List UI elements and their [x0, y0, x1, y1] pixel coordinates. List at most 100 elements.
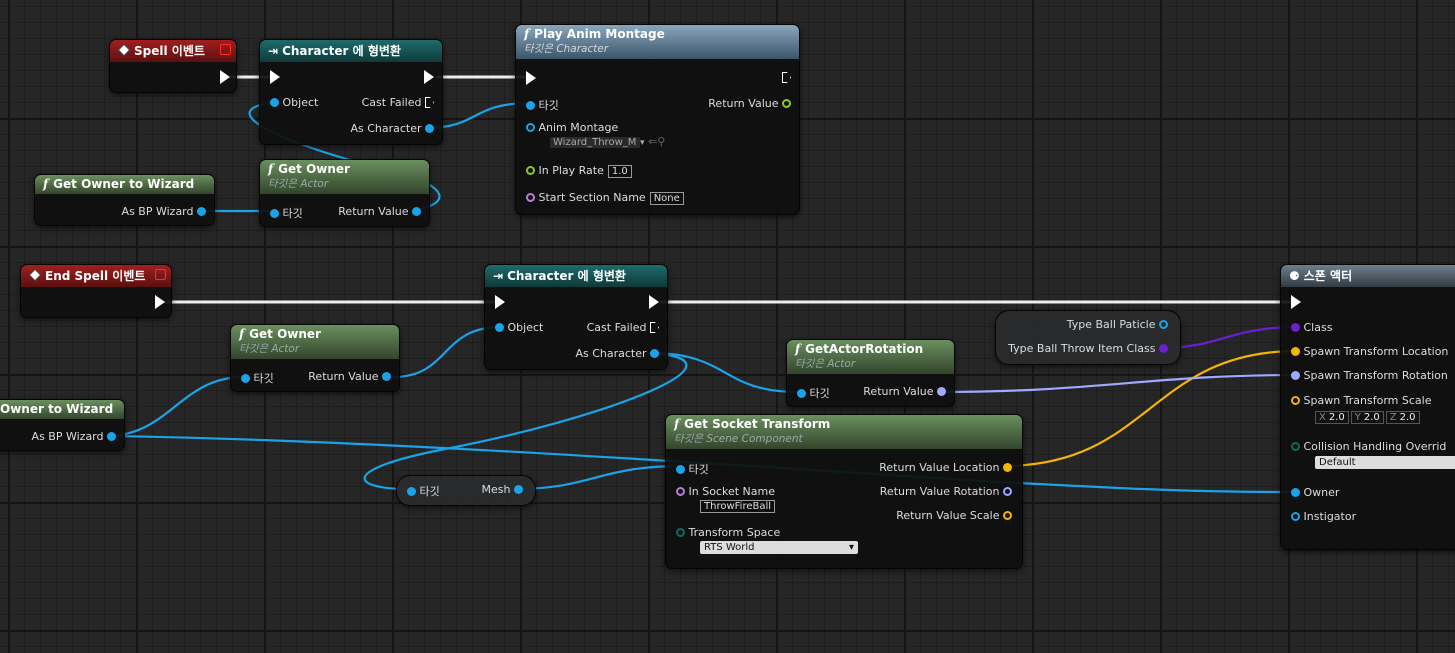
pin-label: Anim Montage	[538, 121, 619, 134]
object-pin-icon	[1291, 512, 1300, 521]
delegate-pin-icon[interactable]	[155, 269, 166, 280]
target-pin[interactable]: 타깃	[241, 370, 274, 386]
object-pin-icon	[412, 207, 421, 216]
collision-handling-dropdown[interactable]: Default	[1315, 455, 1455, 469]
target-pin[interactable]: 타깃	[797, 385, 830, 401]
scale-y-input[interactable]: Y 2.0	[1350, 411, 1384, 424]
socket-name-value: ThrowFireBall	[700, 500, 776, 513]
in-socket-name-pin[interactable]: In Socket Name	[676, 485, 775, 498]
object-pin-icon	[650, 349, 659, 358]
owner-pin[interactable]: Owner	[1291, 486, 1339, 499]
get-owner-node[interactable]: f Get Owner 타깃은 Actor 타깃 Return Value	[259, 159, 430, 227]
return-value-pin[interactable]: Return Value	[338, 205, 421, 218]
exec-out-pin[interactable]	[155, 295, 165, 309]
get-owner-to-wizard-node-2[interactable]: Owner to Wizard As BP Wizard	[0, 399, 125, 451]
class-pin[interactable]: Class	[1291, 321, 1332, 334]
spawn-actor-node[interactable]: ⚈ 스폰 액터 Class Spawn Transform Location Sp…	[1280, 264, 1455, 550]
type-ball-variable-node[interactable]: Type Ball Paticle Type Ball Throw Item C…	[995, 310, 1181, 365]
cast-failed-pin[interactable]: Cast Failed	[587, 321, 659, 334]
node-header: f Play Anim Montage 타깃은 Character	[516, 25, 799, 59]
as-bp-wizard-pin[interactable]: As BP Wizard	[122, 205, 206, 218]
spell-event-node[interactable]: Spell 이벤트	[109, 39, 237, 93]
vector-pin-icon	[1003, 463, 1012, 472]
return-value-pin[interactable]: Return Value	[863, 385, 946, 398]
scale-z-input[interactable]: Z 2.0	[1385, 411, 1420, 424]
exec-in-pin[interactable]	[495, 295, 505, 309]
object-pin-icon	[526, 101, 535, 110]
exec-out-pin[interactable]	[220, 70, 230, 84]
pin-label: Object	[507, 321, 544, 334]
pin-label: Start Section Name	[538, 191, 646, 204]
target-pin[interactable]: 타깃	[270, 205, 303, 221]
mesh-pin[interactable]: Mesh	[482, 483, 523, 496]
scale-x-input[interactable]: X 2.0	[1315, 411, 1349, 424]
transform-space-pin[interactable]: Transform Space	[676, 526, 780, 539]
anim-montage-dropdown[interactable]: Wizard_Throw_M ▾ ⇐⚲	[550, 135, 665, 148]
exec-out-pin[interactable]	[424, 70, 434, 84]
exec-in-pin[interactable]	[526, 71, 536, 85]
type-ball-particle-pin[interactable]: Type Ball Paticle	[1067, 318, 1168, 331]
cast-to-character-node-2[interactable]: ⇥ Character 에 형변환 Object Cast Failed As C…	[484, 264, 668, 370]
as-bp-wizard-pin[interactable]: As BP Wizard	[32, 430, 116, 443]
exec-out-pin[interactable]	[649, 295, 659, 309]
spawn-scale-pin[interactable]: Spawn Transform Scale	[1291, 394, 1431, 407]
spawn-location-pin[interactable]: Spawn Transform Location	[1291, 345, 1448, 358]
return-value-pin[interactable]: Return Value	[308, 370, 391, 383]
anim-montage-pin[interactable]: Anim Montage	[526, 121, 618, 134]
type-ball-throw-item-pin[interactable]: Type Ball Throw Item Class	[1008, 342, 1168, 355]
collision-handling-pin[interactable]: Collision Handling Overrid	[1291, 440, 1446, 453]
as-character-pin[interactable]: As Character	[575, 347, 659, 360]
return-value-rotation-pin[interactable]: Return Value Rotation	[880, 485, 1012, 498]
pin-label: Spawn Transform Scale	[1303, 394, 1432, 407]
exec-in-pin[interactable]	[1291, 295, 1301, 309]
dropdown-value: RTS World	[704, 542, 755, 553]
pin-label: Cast Failed	[586, 321, 647, 334]
start-section-input[interactable]: None	[649, 192, 684, 205]
exec-in-pin[interactable]	[270, 70, 280, 84]
return-value-pin[interactable]: Return Value	[708, 97, 791, 110]
object-pin-icon	[526, 123, 535, 132]
chevron-down-icon: ▾	[848, 542, 854, 553]
get-owner-node-2[interactable]: f Get Owner 타깃은 Actor 타깃 Return Value	[230, 324, 400, 392]
pin-label: 타깃	[282, 207, 303, 220]
search-icon[interactable]: ⚲	[657, 135, 665, 148]
pin-label: Cast Failed	[361, 96, 422, 109]
spawn-scale-inputs[interactable]: X 2.0 Y 2.0 Z 2.0	[1315, 410, 1422, 424]
in-play-rate-pin[interactable]: In Play Rate 1.0	[526, 164, 632, 178]
target-pin[interactable]: 타깃	[407, 483, 440, 499]
spawn-rotation-pin[interactable]: Spawn Transform Rotation	[1291, 369, 1448, 382]
object-pin[interactable]: Object	[495, 321, 543, 334]
target-pin[interactable]: 타깃	[526, 97, 559, 113]
object-pin[interactable]: Object	[270, 96, 318, 109]
pin-label: Return Value	[308, 370, 379, 383]
get-socket-transform-node[interactable]: f Get Socket Transform 타깃은 Scene Component…	[665, 414, 1023, 569]
delegate-pin-icon[interactable]	[220, 44, 231, 55]
arrow-left-icon[interactable]: ⇐	[648, 135, 657, 148]
in-socket-name-input[interactable]: ThrowFireBall	[700, 499, 776, 513]
cast-failed-pin[interactable]: Cast Failed	[362, 96, 434, 109]
mesh-variable-node[interactable]: 타깃 Mesh	[396, 475, 536, 506]
pin-label: Object	[282, 96, 319, 109]
function-icon: f	[239, 327, 245, 341]
rotator-pin-icon	[1291, 371, 1300, 380]
end-spell-event-node[interactable]: End Spell 이벤트	[20, 264, 172, 318]
get-actor-rotation-node[interactable]: f GetActorRotation 타깃은 Actor 타깃 Return Val…	[786, 339, 955, 407]
exec-out-pin[interactable]	[782, 71, 791, 84]
target-pin[interactable]: 타깃	[676, 461, 709, 477]
play-anim-montage-node[interactable]: f Play Anim Montage 타깃은 Character 타깃 Retur…	[515, 24, 800, 215]
as-character-pin[interactable]: As Character	[350, 122, 434, 135]
rotator-pin-icon	[1003, 487, 1012, 496]
pin-label: Owner	[1303, 486, 1340, 499]
node-title: End Spell 이벤트	[45, 269, 146, 283]
in-play-rate-input[interactable]: 1.0	[607, 165, 632, 178]
object-pin-icon	[797, 389, 806, 398]
start-section-pin[interactable]: Start Section Name None	[526, 191, 684, 205]
cast-to-character-node[interactable]: ⇥ Character 에 형변환 Object Cast Failed As C…	[259, 39, 443, 145]
instigator-pin[interactable]: Instigator	[1291, 510, 1356, 523]
transform-space-dropdown[interactable]: RTS World ▾	[700, 540, 858, 554]
function-icon: f	[524, 27, 530, 41]
return-value-location-pin[interactable]: Return Value Location	[879, 461, 1012, 474]
dropdown-box: RTS World ▾	[700, 541, 858, 554]
return-value-scale-pin[interactable]: Return Value Scale	[896, 509, 1012, 522]
get-owner-to-wizard-node[interactable]: f Get Owner to Wizard As BP Wizard	[34, 174, 215, 226]
